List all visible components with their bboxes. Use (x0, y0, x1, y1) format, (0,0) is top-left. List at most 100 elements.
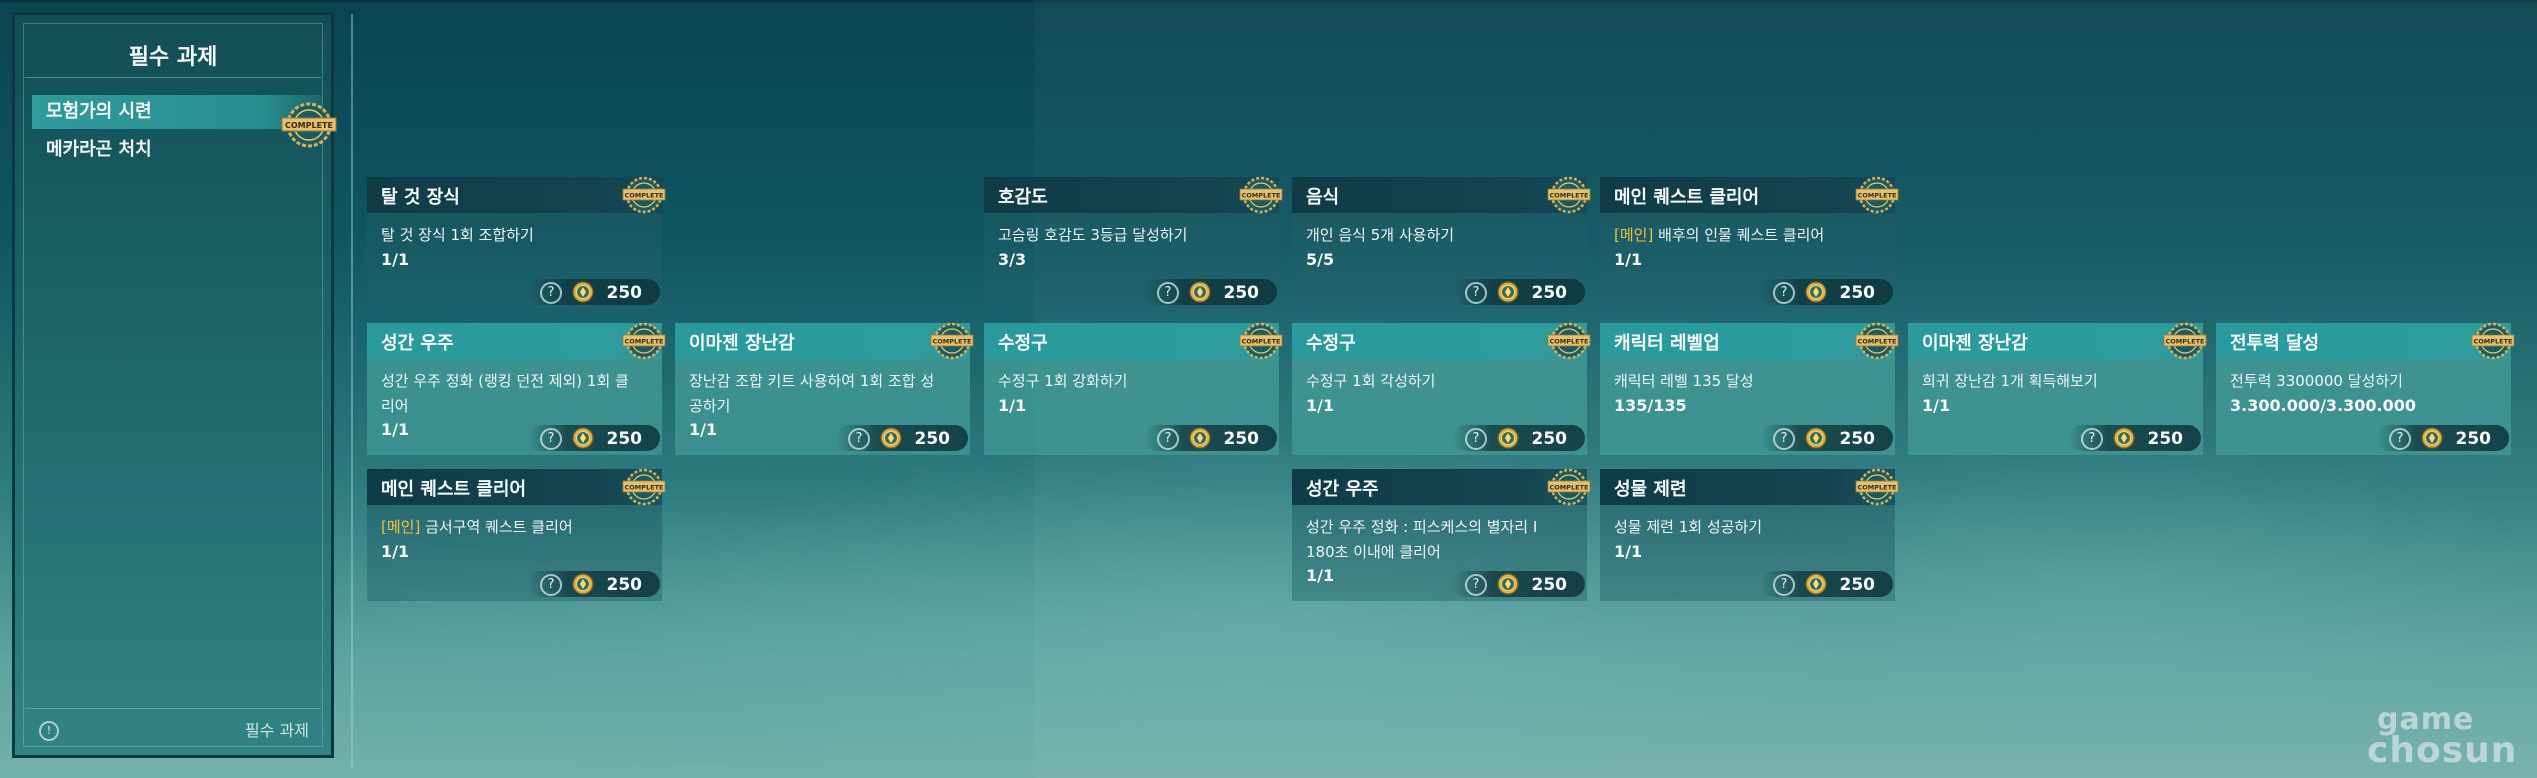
sidebar-item-label: 모험가의 시련 (46, 101, 152, 122)
complete-badge-icon: COMPLETE (2471, 322, 2515, 360)
mission-card[interactable]: 메인 퀘스트 클리어 COMPLETE [메인] 금서구역 퀘스트 클리어 1/… (367, 468, 666, 601)
quest-tag: [메인] (1614, 226, 1654, 244)
help-icon[interactable]: ? (1465, 428, 1487, 450)
svg-text:COMPLETE: COMPLETE (1550, 484, 1589, 492)
mission-card[interactable]: 탈 것 장식 COMPLETE 탈 것 장식 1회 조합하기 1/1 ? 250 (367, 176, 666, 309)
complete-badge-icon: COMPLETE (930, 322, 974, 360)
currency-coin-icon (1189, 427, 1211, 449)
card-description-text: 배후의 인물 퀘스트 클리어 (1653, 226, 1825, 244)
reward-amount: 250 (1839, 283, 1876, 303)
sidebar-title: 필수 과제 (128, 45, 218, 70)
svg-text:COMPLETE: COMPLETE (1550, 192, 1589, 200)
help-icon[interactable]: ? (540, 574, 562, 596)
reward-amount: 250 (1839, 575, 1876, 595)
svg-text:COMPLETE: COMPLETE (1550, 338, 1589, 346)
mission-card[interactable]: 수정구 COMPLETE 수정구 1회 강화하기 1/1 ? 250 (984, 322, 1283, 455)
mission-card[interactable]: 성물 제련 COMPLETE 성물 제련 1회 성공하기 1/1 ? 250 (1600, 468, 1899, 601)
reward-amount: 250 (1531, 283, 1568, 303)
mission-card[interactable]: 이마젠 장난감 COMPLETE 희귀 장난감 1개 획득해보기 1/1 ? 2… (1908, 322, 2207, 455)
currency-coin-icon (2113, 427, 2135, 449)
help-icon[interactable]: ? (1773, 574, 1795, 596)
card-progress: 135/135 (1614, 396, 1687, 415)
sidebar-item-adventurer-trial[interactable]: 모험가의 시련 (32, 95, 322, 129)
card-title: 호감도 (998, 187, 1048, 208)
svg-text:COMPLETE: COMPLETE (625, 338, 664, 346)
mission-card[interactable]: 메인 퀘스트 클리어 COMPLETE [메인] 배후의 인물 퀘스트 클리어 … (1600, 176, 1899, 309)
currency-coin-icon (1805, 573, 1827, 595)
svg-text:COMPLETE: COMPLETE (933, 338, 972, 346)
card-description-text: 수정구 1회 강화하기 (998, 372, 1128, 390)
card-description: 수정구 1회 각성하기 (1306, 369, 1556, 394)
card-description-text: 장난감 조합 키트 사용하여 1회 조합 성공하기 (689, 372, 935, 415)
card-progress: 1/1 (1306, 566, 1335, 585)
help-icon[interactable]: ? (848, 428, 870, 450)
card-title: 이마젠 장난감 (689, 333, 795, 354)
card-title: 성간 우주 (1306, 479, 1379, 500)
svg-text:COMPLETE: COMPLETE (285, 121, 333, 130)
help-icon[interactable]: ? (1773, 282, 1795, 304)
card-description-text: 캐릭터 레벨 135 달성 (1614, 372, 1754, 390)
card-description-text: 고슴링 호감도 3등급 달성하기 (998, 226, 1188, 244)
card-title: 성물 제련 (1614, 479, 1687, 500)
sidebar-item-label: 메카라곤 처치 (46, 139, 152, 160)
card-description-text: 수정구 1회 각성하기 (1306, 372, 1436, 390)
info-icon[interactable]: ! (39, 721, 59, 741)
mission-card[interactable]: 성간 우주 COMPLETE 성간 우주 정화 (랭킹 던전 제외) 1회 클리… (367, 322, 666, 455)
help-icon[interactable]: ? (1773, 428, 1795, 450)
mission-card[interactable]: 이마젠 장난감 COMPLETE 장난감 조합 키트 사용하여 1회 조합 성공… (675, 322, 974, 455)
complete-badge-icon: COMPLETE (1855, 176, 1899, 214)
card-description: 장난감 조합 키트 사용하여 1회 조합 성공하기 (689, 369, 939, 419)
reward-amount: 250 (2147, 429, 2184, 449)
watermark-line2: chosun (2367, 730, 2518, 771)
reward-amount: 250 (1839, 429, 1876, 449)
sidebar-footer-divider (25, 708, 321, 709)
sidebar-frame (23, 23, 323, 747)
mission-card[interactable]: 호감도 COMPLETE 고슴링 호감도 3등급 달성하기 3/3 ? 250 (984, 176, 1283, 309)
help-icon[interactable]: ? (1465, 574, 1487, 596)
currency-coin-icon (1497, 281, 1519, 303)
card-progress: 1/1 (998, 396, 1027, 415)
mission-card[interactable]: 캐릭터 레벨업 COMPLETE 캐릭터 레벨 135 달성 135/135 ?… (1600, 322, 1899, 455)
help-icon[interactable]: ? (1465, 282, 1487, 304)
svg-text:COMPLETE: COMPLETE (2166, 338, 2205, 346)
help-icon[interactable]: ? (2081, 428, 2103, 450)
currency-coin-icon (1497, 427, 1519, 449)
svg-text:COMPLETE: COMPLETE (2474, 338, 2513, 346)
reward-amount: 250 (606, 429, 643, 449)
mission-card[interactable]: 성간 우주 COMPLETE 성간 우주 정화 : 피스케스의 별자리 I 18… (1292, 468, 1591, 601)
svg-text:COMPLETE: COMPLETE (1858, 484, 1897, 492)
card-title: 이마젠 장난감 (1922, 333, 2028, 354)
card-title: 수정구 (1306, 333, 1356, 354)
help-icon[interactable]: ? (2389, 428, 2411, 450)
mission-card[interactable]: 전투력 달성 COMPLETE 전투력 3300000 달성하기 3.300.0… (2216, 322, 2515, 455)
sidebar-item-mecharagon[interactable]: 메카라곤 처치 (32, 133, 322, 167)
help-icon[interactable]: ? (540, 282, 562, 304)
help-icon[interactable]: ? (1157, 428, 1179, 450)
card-progress: 1/1 (381, 250, 410, 269)
mission-card[interactable]: 음식 COMPLETE 개인 음식 5개 사용하기 5/5 ? 250 (1292, 176, 1591, 309)
currency-coin-icon (880, 427, 902, 449)
svg-text:COMPLETE: COMPLETE (1858, 338, 1897, 346)
complete-badge-icon: COMPLETE (1547, 176, 1591, 214)
card-progress: 3.300.000/3.300.000 (2230, 396, 2417, 415)
card-title: 메인 퀘스트 클리어 (381, 479, 527, 500)
card-description: 탈 것 장식 1회 조합하기 (381, 223, 631, 248)
card-description: 성간 우주 정화 : 피스케스의 별자리 I 180초 이내에 클리어 (1306, 515, 1556, 565)
card-title: 음식 (1306, 187, 1340, 208)
help-icon[interactable]: ? (1157, 282, 1179, 304)
reward-amount: 250 (1531, 575, 1568, 595)
card-progress: 1/1 (1306, 396, 1335, 415)
card-progress: 1/1 (1922, 396, 1951, 415)
mission-card[interactable]: 수정구 COMPLETE 수정구 1회 각성하기 1/1 ? 250 (1292, 322, 1591, 455)
complete-badge-icon: COMPLETE (622, 176, 666, 214)
card-title: 캐릭터 레벨업 (1614, 333, 1720, 354)
currency-coin-icon (1805, 427, 1827, 449)
currency-coin-icon (572, 427, 594, 449)
complete-badge-icon: COMPLETE (281, 102, 337, 148)
card-description: 전투력 3300000 달성하기 (2230, 369, 2480, 394)
card-progress: 1/1 (381, 420, 410, 439)
sidebar-divider (25, 77, 321, 78)
card-description: 희귀 장난감 1개 획득해보기 (1922, 369, 2172, 394)
currency-coin-icon (2421, 427, 2443, 449)
help-icon[interactable]: ? (540, 428, 562, 450)
